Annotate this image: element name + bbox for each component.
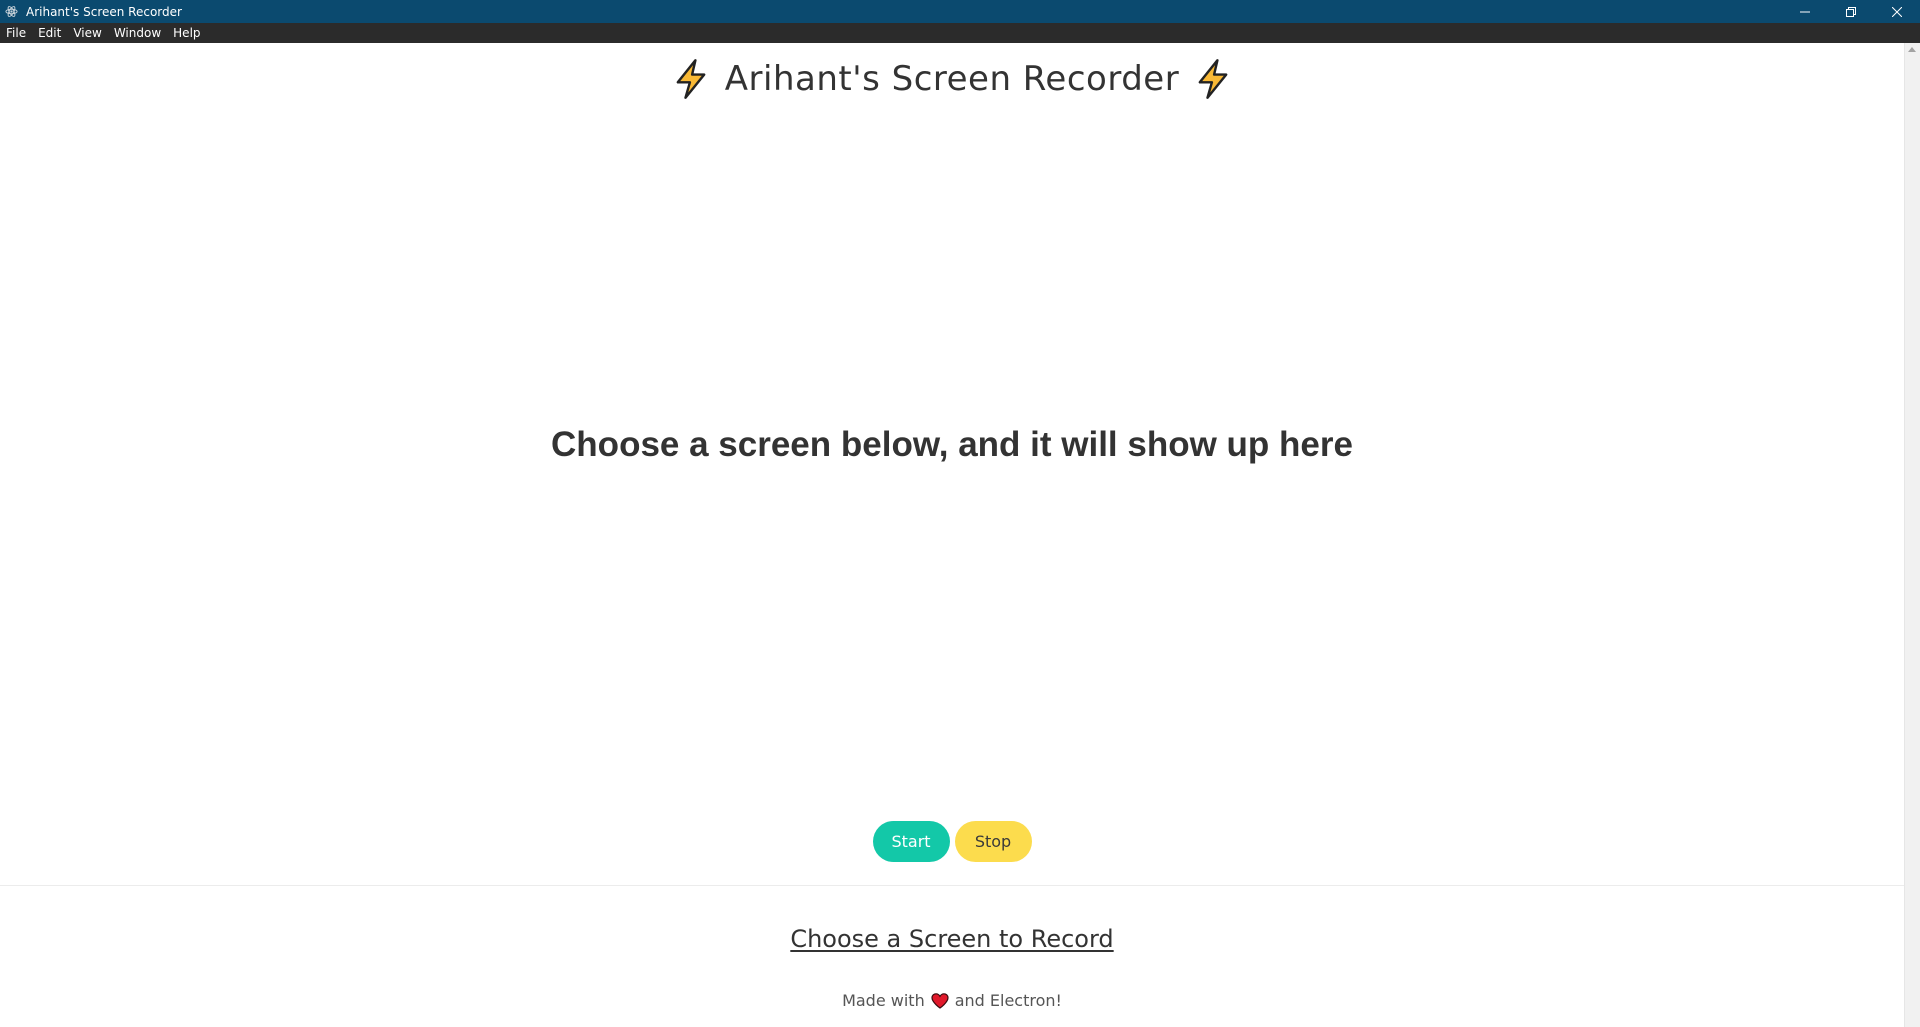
electron-icon [4, 5, 18, 19]
lightning-bolt-icon [1191, 57, 1235, 101]
footer-prefix: Made with [842, 991, 925, 1010]
close-button[interactable] [1874, 0, 1920, 23]
title-bar: Arihant's Screen Recorder [0, 0, 1920, 23]
scroll-up-icon[interactable] [1908, 47, 1916, 52]
heart-icon [931, 992, 949, 1009]
window-title: Arihant's Screen Recorder [26, 4, 182, 19]
choose-screen-button[interactable]: Choose a Screen to Record [790, 925, 1113, 953]
menu-window[interactable]: Window [108, 23, 167, 43]
start-button[interactable]: Start [872, 821, 950, 862]
choose-screen-container: Choose a Screen to Record [0, 925, 1904, 953]
minimize-button[interactable] [1782, 0, 1828, 23]
restore-button[interactable] [1828, 0, 1874, 23]
recording-controls: Start Stop [0, 821, 1904, 862]
menu-edit[interactable]: Edit [32, 23, 67, 43]
menu-help[interactable]: Help [167, 23, 206, 43]
app-content: Arihant's Screen Recorder Choose a scree… [0, 43, 1904, 1027]
restore-icon [1846, 6, 1856, 17]
page-title: Arihant's Screen Recorder [724, 59, 1180, 99]
minimize-icon [1800, 11, 1810, 12]
app-header: Arihant's Screen Recorder [0, 57, 1904, 101]
lightning-bolt-icon [669, 57, 713, 101]
video-preview-placeholder: Choose a screen below, and it will show … [551, 425, 1353, 464]
vertical-scrollbar[interactable] [1904, 43, 1920, 1027]
close-icon [1892, 6, 1902, 17]
footer-suffix: and Electron! [954, 991, 1062, 1010]
menu-view[interactable]: View [67, 23, 107, 43]
menu-bar: File Edit View Window Help [0, 23, 1920, 43]
window-controls [1782, 0, 1920, 23]
divider [0, 885, 1904, 886]
stop-button[interactable]: Stop [954, 821, 1032, 862]
menu-file[interactable]: File [0, 23, 32, 43]
footer: Made with and Electron! [0, 991, 1904, 1010]
